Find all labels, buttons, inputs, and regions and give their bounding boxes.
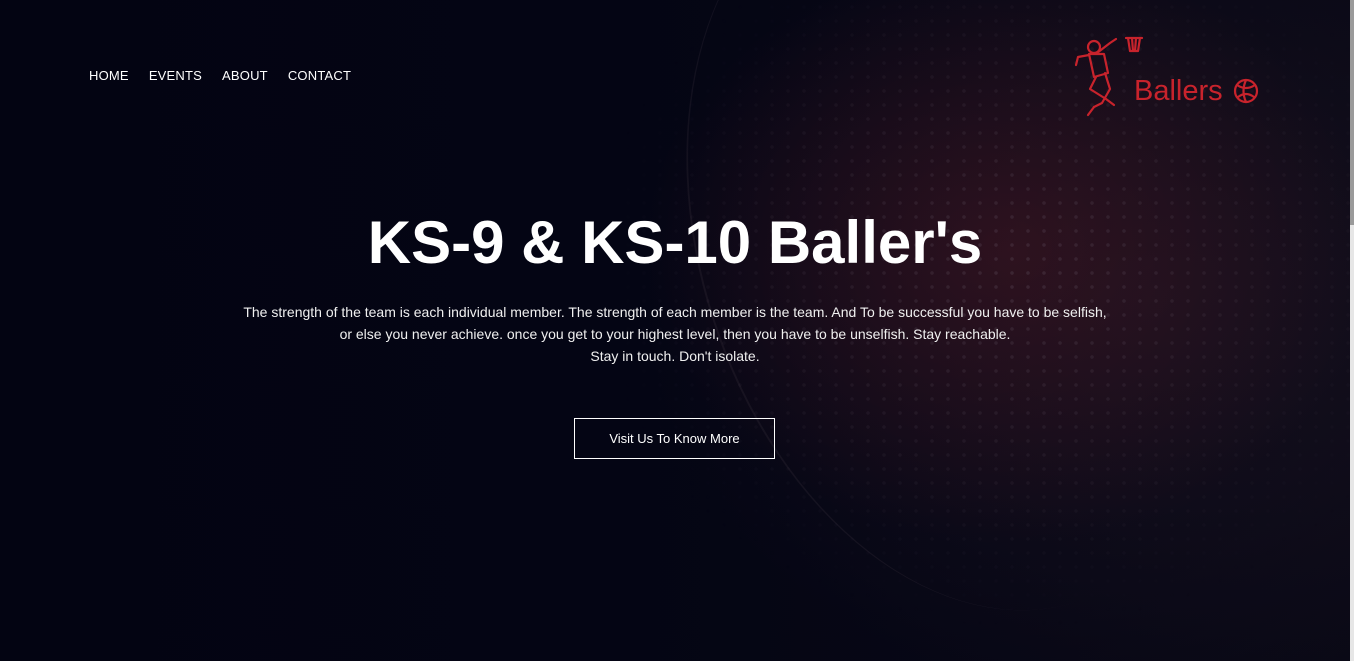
logo-text: Ballers (1134, 75, 1223, 107)
nav-home-link[interactable]: HOME (89, 68, 129, 84)
hero-description: The strength of the team is each individ… (177, 301, 1173, 367)
scrollbar-thumb[interactable] (1350, 0, 1354, 225)
hero-line-3: Stay in touch. Don't isolate. (590, 348, 760, 364)
visit-us-button[interactable]: Visit Us To Know More (574, 418, 775, 459)
page: HOME EVENTS ABOUT CONTACT Ballers KS-9 &… (0, 0, 1354, 661)
hero-line-1: The strength of the team is each individ… (243, 304, 1107, 320)
nav-events-link[interactable]: EVENTS (149, 68, 202, 84)
hero-title: KS-9 & KS-10 Baller's (367, 209, 983, 276)
hero-line-2: or else you never achieve. once you get … (339, 326, 1011, 342)
ballers-logo[interactable]: Ballers (1072, 33, 1264, 117)
scrollbar-track[interactable] (1350, 0, 1354, 661)
nav-about-link[interactable]: ABOUT (222, 68, 268, 84)
main-nav: HOME EVENTS ABOUT CONTACT (89, 68, 351, 84)
nav-contact-link[interactable]: CONTACT (288, 68, 351, 84)
